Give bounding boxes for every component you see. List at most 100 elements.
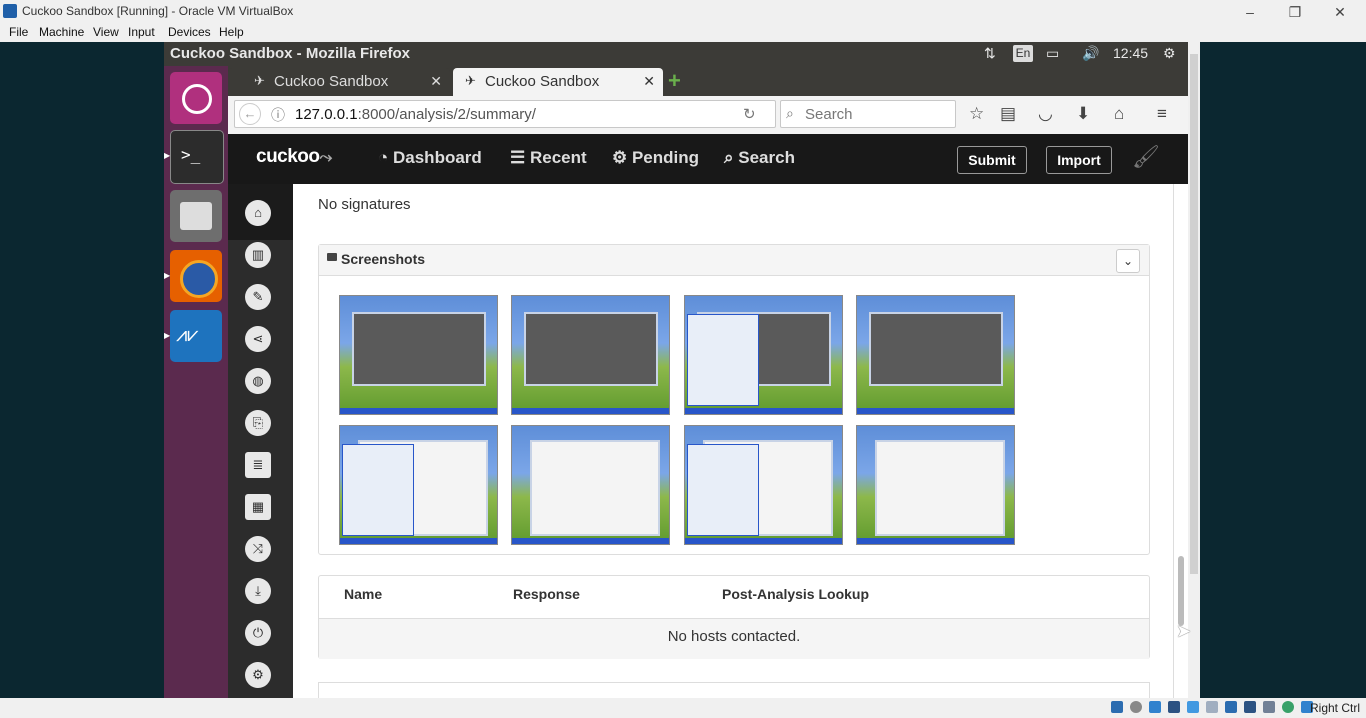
vbox-menubar: File Machine View Input Devices Help (0, 23, 1366, 42)
nav-dashboard[interactable]: ◔ Dashboard (378, 148, 482, 168)
menu-file[interactable]: File (9, 25, 28, 39)
new-tab-button[interactable]: + (668, 68, 681, 94)
vbox-titlebar: Cuckoo Sandbox [Running] - Oracle VM Vir… (0, 0, 1366, 24)
pocket-icon[interactable]: ◡ (1038, 104, 1053, 124)
hard-disk-icon[interactable] (1111, 701, 1123, 713)
file-manager-icon[interactable] (170, 190, 222, 242)
search-box[interactable]: ⌕ Search (780, 100, 956, 128)
brush-icon[interactable]: 🖌 (1132, 144, 1160, 170)
vm-scrollbar-thumb[interactable] (1190, 54, 1198, 574)
restore-button[interactable]: ❐ (1273, 2, 1317, 22)
screenshot-thumbnail[interactable] (339, 425, 498, 545)
submit-button[interactable]: Submit (957, 146, 1027, 174)
tab-1[interactable]: ✈ Cuckoo Sandbox ✕ (228, 68, 450, 96)
video-capture-icon[interactable] (1244, 701, 1256, 713)
download-icon[interactable]: ⬇ (1076, 104, 1090, 124)
qr-code-icon[interactable]: ▦ (245, 494, 271, 520)
hamburger-menu-icon[interactable]: ≡ (1157, 104, 1167, 124)
share-icon[interactable]: ⋖ (245, 326, 271, 352)
import-button[interactable]: Import (1046, 146, 1112, 174)
cuckoo-logo[interactable]: cuckoo⤳ (256, 146, 332, 168)
menu-help[interactable]: Help (219, 25, 244, 39)
close-tab-icon[interactable]: ✕ (643, 73, 655, 90)
nav-pending[interactable]: ⚙ Pending (612, 148, 699, 168)
running-indicator-icon: ▶ (164, 331, 171, 340)
gears-icon: ⚙ (612, 148, 632, 167)
unity-launcher: >_ ⩘⩗ ▶ ▶ ▶ (164, 66, 228, 698)
hosts-table: Name Response Post-Analysis Lookup No ho… (318, 575, 1150, 659)
clock[interactable]: 12:45 (1113, 45, 1148, 61)
no-hosts-text: No hosts contacted. (667, 628, 801, 645)
url-text[interactable]: 127.0.0.1:8000/analysis/2/summary/ (295, 106, 536, 123)
search-icon: ⌕ (724, 148, 739, 167)
close-tab-icon[interactable]: ✕ (430, 73, 442, 90)
bird-icon: ⤳ (319, 149, 333, 166)
ubuntu-dash-icon[interactable] (170, 72, 222, 124)
network-icon[interactable]: ⇅ (984, 45, 996, 62)
firefox-icon[interactable] (170, 250, 222, 302)
screenshots-title: Screenshots (341, 251, 426, 267)
static-analysis-book-icon[interactable]: ▥ (245, 242, 271, 268)
vt-x-icon[interactable] (1263, 701, 1275, 713)
shuffle-icon[interactable]: ⤨ (245, 536, 271, 562)
reading-list-icon[interactable]: ▤ (1000, 104, 1016, 124)
bookmark-star-icon[interactable]: ☆ (969, 104, 984, 124)
keyboard-layout-indicator[interactable]: En (1013, 45, 1033, 62)
screenshot-thumbnail[interactable] (684, 295, 843, 415)
page-scrollbar-thumb[interactable] (1178, 556, 1184, 626)
nav-recent[interactable]: ☰ Recent (510, 148, 587, 168)
navigation-toolbar: ← ⓘ 127.0.0.1:8000/analysis/2/summary/ ↻… (228, 96, 1188, 135)
network-globe-icon[interactable]: ◍ (245, 368, 271, 394)
url-bar[interactable]: ← ⓘ 127.0.0.1:8000/analysis/2/summary/ ↻ (234, 100, 776, 128)
extracted-pencil-icon[interactable]: ✎ (245, 284, 271, 310)
minimize-button[interactable]: – (1228, 2, 1272, 22)
optical-drive-icon[interactable] (1130, 701, 1142, 713)
screenshot-thumbnail[interactable] (511, 425, 670, 545)
battery-icon[interactable]: ▭ (1046, 45, 1059, 62)
vbox-statusbar: Right Ctrl (0, 698, 1366, 718)
shared-folders-icon[interactable] (1206, 701, 1218, 713)
menu-input[interactable]: Input (128, 25, 155, 39)
site-info-icon[interactable]: ⓘ (271, 105, 285, 125)
display-icon[interactable] (1225, 701, 1237, 713)
guest-display: Cuckoo Sandbox - Mozilla Firefox ⇅ En ▭ … (164, 42, 1200, 698)
usb-icon[interactable] (1187, 701, 1199, 713)
system-gear-icon[interactable]: ⚙ (1163, 45, 1176, 62)
summary-home-icon[interactable]: ⌂ (245, 200, 271, 226)
menu-view[interactable]: View (93, 25, 119, 39)
download-icon[interactable]: ⤓ (245, 578, 271, 604)
settings-gears-icon[interactable]: ⚙ (245, 662, 271, 688)
nav-search[interactable]: ⌕ Search (724, 148, 795, 168)
collapse-chevron-down-icon[interactable]: ⌄ (1116, 249, 1140, 273)
logo-text: cuckoo (256, 146, 320, 167)
firefox-window: ✈ Cuckoo Sandbox ✕ ✈ Cuckoo Sandbox ✕ + … (228, 66, 1189, 698)
system-monitor-icon[interactable]: ⩘⩗ (170, 310, 222, 362)
mouse-integration-icon[interactable] (1282, 701, 1294, 713)
tab-2-active[interactable]: ✈ Cuckoo Sandbox ✕ (453, 68, 663, 96)
menu-devices[interactable]: Devices (168, 25, 211, 39)
audio-icon[interactable] (1149, 701, 1161, 713)
menu-machine[interactable]: Machine (39, 25, 84, 39)
screenshot-thumbnail[interactable] (856, 425, 1015, 545)
screenshot-thumbnail[interactable] (511, 295, 670, 415)
home-icon[interactable]: ⌂ (1114, 104, 1124, 124)
nav-pending-label: Pending (631, 148, 700, 167)
host-key-label: Right Ctrl (1309, 701, 1360, 715)
reload-icon[interactable]: ↻ (743, 105, 756, 123)
cuckoo-favicon-icon: ✈ (254, 73, 265, 88)
terminal-icon[interactable]: >_ (170, 130, 224, 184)
dropped-files-icon[interactable]: ⎘ (245, 410, 271, 436)
close-button[interactable]: ✕ (1318, 2, 1362, 22)
column-header-response: Response (513, 586, 580, 602)
back-button[interactable]: ← (239, 103, 261, 125)
cuckoo-favicon-icon: ✈ (465, 73, 476, 88)
tab-strip: ✈ Cuckoo Sandbox ✕ ✈ Cuckoo Sandbox ✕ + (228, 66, 1188, 96)
vm-scrollbar[interactable] (1188, 42, 1200, 698)
power-icon[interactable]: ⏻ (245, 620, 271, 646)
screenshot-thumbnail[interactable] (856, 295, 1015, 415)
screenshot-thumbnail[interactable] (339, 295, 498, 415)
screenshot-thumbnail[interactable] (684, 425, 843, 545)
network-adapter-icon[interactable] (1168, 701, 1180, 713)
volume-icon[interactable]: 🔊 (1082, 45, 1099, 62)
process-list-icon[interactable]: ≣ (245, 452, 271, 478)
